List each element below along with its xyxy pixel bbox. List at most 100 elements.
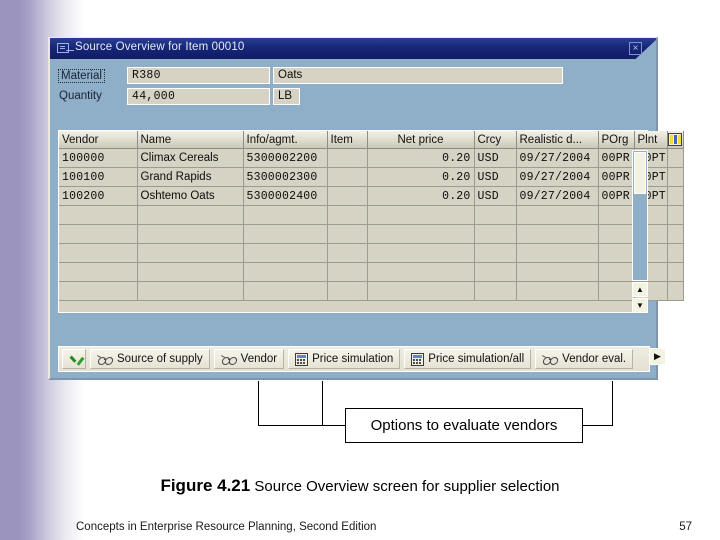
cell-empty[interactable] (474, 281, 517, 301)
cell-net-price[interactable]: 0.20 (367, 148, 475, 168)
confirm-button[interactable] (62, 349, 86, 369)
cell-item[interactable] (327, 167, 368, 187)
cell-net-price[interactable]: 0.20 (367, 167, 475, 187)
table-row-empty[interactable] (59, 281, 684, 301)
cell-empty[interactable] (327, 224, 368, 244)
table-row[interactable]: 100100 Grand Rapids 5300002300 0.20 USD … (59, 167, 684, 187)
column-header-name[interactable]: Name (137, 131, 244, 149)
cell-empty[interactable] (598, 205, 635, 225)
cell-item[interactable] (327, 148, 368, 168)
cell-empty[interactable] (327, 243, 368, 263)
column-header-porg[interactable]: POrg (598, 131, 635, 149)
cell-empty[interactable] (598, 243, 635, 263)
cell-net-price[interactable]: 0.20 (367, 186, 475, 206)
cell-empty[interactable] (327, 281, 368, 301)
column-header-item[interactable]: Item (327, 131, 368, 149)
cell-empty[interactable] (598, 262, 635, 282)
cell-empty[interactable] (243, 224, 328, 244)
cell-empty[interactable] (516, 281, 599, 301)
cell-empty[interactable] (367, 262, 475, 282)
table-row-empty[interactable] (59, 224, 684, 244)
cell-empty[interactable] (59, 243, 138, 263)
cell-empty[interactable] (367, 224, 475, 244)
cell-empty[interactable] (367, 281, 475, 301)
vendor-eval-button[interactable]: Vendor eval. (535, 349, 634, 369)
cell-porg[interactable]: 00PR (598, 186, 635, 206)
cell-empty[interactable] (243, 281, 328, 301)
column-header-realistic-date[interactable]: Realistic d... (516, 131, 599, 149)
cell-empty[interactable] (474, 243, 517, 263)
cell-empty[interactable] (137, 262, 244, 282)
table-row[interactable]: 100200 Oshtemo Oats 5300002400 0.20 USD … (59, 186, 684, 206)
source-of-supply-button[interactable]: Source of supply (90, 349, 210, 369)
column-header-vendor[interactable]: Vendor (59, 131, 138, 149)
price-simulation-all-button[interactable]: Price simulation/all (404, 349, 532, 369)
cell-empty[interactable] (516, 205, 599, 225)
cell-name[interactable]: Grand Rapids (137, 167, 244, 187)
table-config-icon-cell[interactable] (667, 131, 684, 149)
vscroll-up-button[interactable]: ▲ (632, 282, 648, 297)
cell-empty[interactable] (474, 262, 517, 282)
cell-empty[interactable] (367, 205, 475, 225)
cell-empty[interactable] (137, 281, 244, 301)
cell-name[interactable]: Climax Cereals (137, 148, 244, 168)
cell-crcy[interactable]: USD (474, 148, 517, 168)
cell-vendor[interactable]: 100000 (59, 148, 138, 168)
cell-empty[interactable] (327, 205, 368, 225)
table-vertical-scrollbar[interactable]: ▲ ▼ (632, 150, 648, 313)
cell-empty[interactable] (474, 224, 517, 244)
cell-empty[interactable] (243, 205, 328, 225)
vscroll-track[interactable] (632, 150, 648, 281)
cell-empty[interactable] (137, 205, 244, 225)
table-row-empty[interactable] (59, 205, 684, 225)
cell-empty[interactable] (243, 262, 328, 282)
cell-empty[interactable] (137, 243, 244, 263)
close-icon[interactable]: × (629, 42, 642, 55)
cell-empty[interactable] (516, 262, 599, 282)
cell-vendor[interactable]: 100200 (59, 186, 138, 206)
cell-empty[interactable] (598, 281, 635, 301)
vendor-button[interactable]: Vendor (213, 349, 285, 369)
table-row[interactable]: 100000 Climax Cereals 5300002200 0.20 US… (59, 148, 684, 168)
vscroll-thumb[interactable] (634, 152, 646, 194)
column-header-net-price[interactable]: Net price (367, 131, 475, 149)
material-description-input[interactable]: Oats (273, 67, 563, 84)
cell-realistic-date[interactable]: 09/27/2004 (516, 186, 599, 206)
column-header-crcy[interactable]: Crcy (474, 131, 517, 149)
table-row-empty[interactable] (59, 243, 684, 263)
cell-empty[interactable] (598, 224, 635, 244)
material-input[interactable]: R380 (127, 67, 270, 84)
cell-info-agmt[interactable]: 5300002300 (243, 167, 328, 187)
cell-empty[interactable] (474, 205, 517, 225)
cell-empty[interactable] (59, 205, 138, 225)
price-simulation-button[interactable]: Price simulation (288, 349, 401, 369)
cell-empty[interactable] (59, 281, 138, 301)
cell-crcy[interactable]: USD (474, 186, 517, 206)
vscroll-down-button[interactable]: ▼ (632, 298, 648, 313)
cell-empty[interactable] (327, 262, 368, 282)
cell-empty[interactable] (137, 224, 244, 244)
quantity-input[interactable]: 44,000 (127, 88, 270, 105)
cell-empty[interactable] (243, 243, 328, 263)
cell-crcy[interactable]: USD (474, 167, 517, 187)
cell-empty[interactable] (367, 243, 475, 263)
table-row-empty[interactable] (59, 262, 684, 282)
cell-empty[interactable] (59, 262, 138, 282)
cell-info-agmt[interactable]: 5300002200 (243, 148, 328, 168)
cell-realistic-date[interactable]: 09/27/2004 (516, 167, 599, 187)
cell-item[interactable] (327, 186, 368, 206)
cell-info-agmt[interactable]: 5300002400 (243, 186, 328, 206)
cell-porg[interactable]: 00PR (598, 167, 635, 187)
cell-realistic-date[interactable]: 09/27/2004 (516, 148, 599, 168)
column-header-info-agmt[interactable]: Info/agmt. (243, 131, 328, 149)
table-config-icon[interactable] (668, 133, 682, 146)
cell-empty[interactable] (516, 243, 599, 263)
cell-name[interactable]: Oshtemo Oats (137, 186, 244, 206)
hscroll-right-button-end[interactable]: ▶ (649, 348, 666, 365)
column-header-plnt[interactable]: Plnt (634, 131, 668, 149)
cell-empty[interactable] (59, 224, 138, 244)
cell-porg[interactable]: 00PR (598, 148, 635, 168)
cell-vendor[interactable]: 100100 (59, 167, 138, 187)
cell-empty[interactable] (516, 224, 599, 244)
quantity-unit-input[interactable]: LB (273, 88, 300, 105)
